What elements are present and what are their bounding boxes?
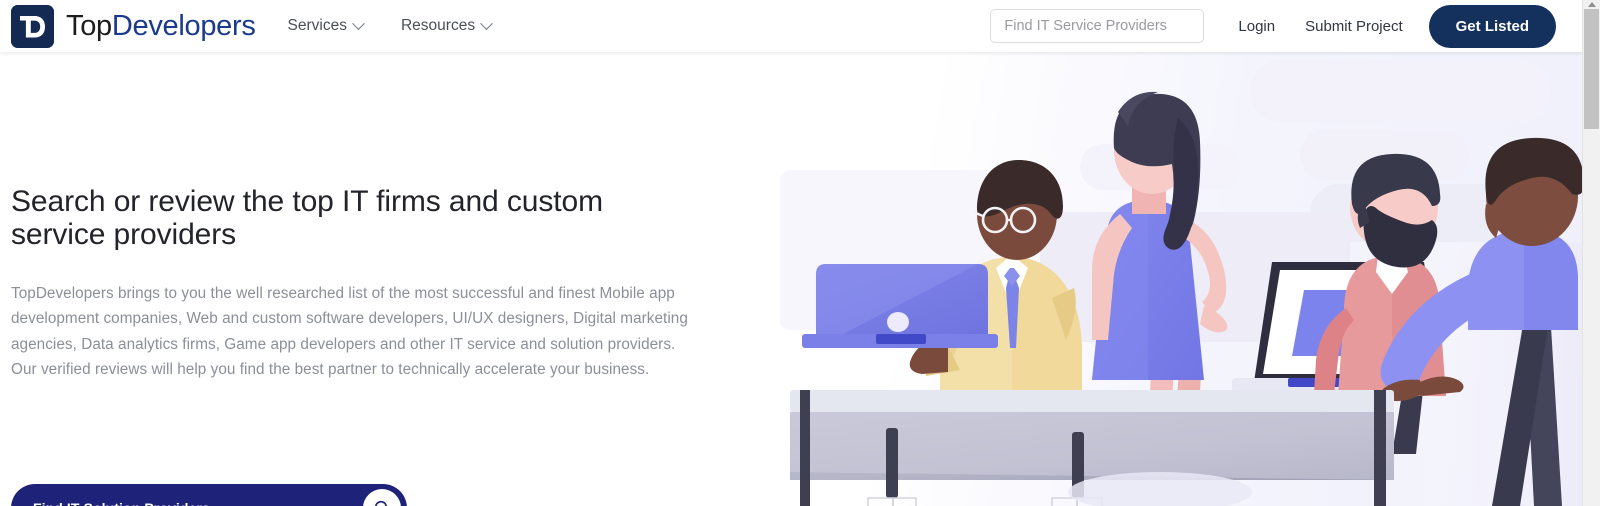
nav-item-services-label: Services (287, 17, 347, 34)
scroll-up-arrow-icon[interactable] (1583, 0, 1600, 8)
chevron-down-icon (352, 16, 365, 30)
nav-item-resources[interactable]: Resources (400, 16, 493, 35)
header-actions: Find IT Service Providers Login Submit P… (990, 4, 1582, 48)
find-service-providers-input[interactable]: Find IT Service Providers (990, 9, 1205, 43)
site-header: TopDevelopers Services Resources Find IT… (0, 0, 1582, 52)
nav-item-services[interactable]: Services (287, 16, 365, 35)
hero-section: Search or review the top IT firms and cu… (0, 52, 1582, 506)
td-monogram-logo-icon (11, 4, 54, 48)
brand-wordmark: TopDevelopers (66, 10, 256, 43)
hero-description: TopDevelopers brings to you the well res… (11, 285, 688, 379)
page-title: Search or review the top IT firms and cu… (11, 185, 603, 251)
brand-logo[interactable]: TopDevelopers (11, 4, 256, 48)
login-link[interactable]: Login (1238, 18, 1275, 35)
page-content: TopDevelopers Services Resources Find IT… (0, 0, 1582, 506)
main-navigation: Services Resources (287, 16, 493, 35)
browser-viewport: TopDevelopers Services Resources Find IT… (0, 0, 1600, 506)
get-listed-button[interactable]: Get Listed (1428, 4, 1556, 48)
vertical-scroll-thumb[interactable] (1584, 9, 1599, 129)
find-service-providers-placeholder: Find IT Service Providers (1004, 18, 1167, 34)
brand-wordmark-top: Top (66, 9, 112, 42)
search-icon (374, 500, 387, 506)
nav-item-resources-label: Resources (400, 17, 476, 34)
solution-provider-search-bar[interactable]: Find IT Solution Providers (11, 484, 407, 506)
team-collaboration-illustration (780, 60, 1582, 506)
submit-project-link[interactable]: Submit Project (1305, 18, 1403, 35)
chevron-down-icon (480, 16, 493, 30)
brand-wordmark-developers: Developers (111, 9, 256, 42)
vertical-scrollbar[interactable] (1582, 0, 1600, 506)
solution-provider-search-input[interactable]: Find IT Solution Providers (33, 500, 210, 506)
search-submit-button[interactable] (363, 489, 401, 506)
